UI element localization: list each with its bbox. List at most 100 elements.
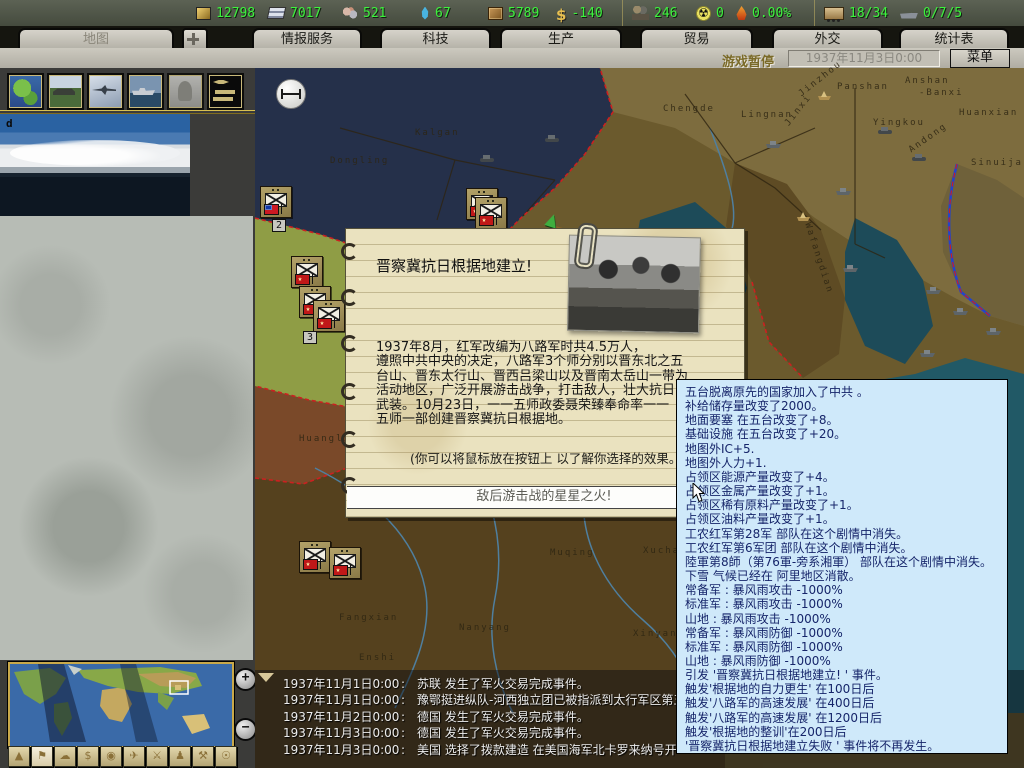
map-mode-terrain-button[interactable]: ▲ — [8, 746, 30, 767]
rare-materials-value: 521 — [363, 6, 386, 21]
province-photo-label: d — [6, 117, 13, 130]
tab-production[interactable]: 生产 — [500, 28, 622, 50]
escorts-icon — [900, 13, 918, 19]
red-star-flag-icon — [479, 215, 494, 226]
tooltip-line: 触发'八路军的高速发展' 在1200日后 — [685, 711, 1007, 725]
army-counter-nationalist[interactable] — [260, 186, 292, 218]
red-star-flag-icon — [295, 274, 310, 285]
resource-bar: 12798 7017 521 67 5789 $-140 246 ☢0 0.00… — [0, 0, 1024, 27]
spiral-binding-icon — [341, 431, 358, 448]
spiral-binding-icon — [341, 243, 358, 260]
log-timestamp: 1937年11月1日0:00 — [283, 676, 401, 692]
tooltip-line: 地图外人力+1. — [685, 456, 1007, 470]
minimap-zoom-in-button[interactable]: + — [234, 668, 257, 691]
reserves-button-disabled — [167, 73, 204, 110]
transports-value: 18/34 — [849, 6, 888, 21]
tank-sprite — [912, 153, 927, 161]
menu-button[interactable]: 菜单 — [950, 49, 1010, 68]
log-message: 豫鄂挺进纵队-河西独立团已被指派到太行军区第五 — [417, 693, 685, 707]
roc-flag-icon — [264, 204, 279, 215]
tooltip-line: 基础设施 在五台改变了+20。 — [685, 427, 1007, 441]
scale-tool-button[interactable] — [276, 79, 306, 109]
effects-tooltip: 五台脱离原先的国家加入了中共 。补给储存量改变了2000。地面要塞 在五台改变了… — [676, 379, 1008, 754]
map-mode-manpower-button[interactable]: ♟ — [169, 746, 191, 767]
map-mode-victory-button[interactable]: ☉ — [215, 746, 237, 767]
minimap-zoom-out-button[interactable]: − — [234, 718, 257, 741]
ship-sprite — [843, 264, 858, 272]
tab-technology[interactable]: 科技 — [380, 28, 491, 50]
map-mode-resources-button[interactable]: $ — [77, 746, 99, 767]
nuclear-value: 0 — [716, 6, 724, 21]
dissent-resource: 0.00% — [736, 4, 791, 22]
spiral-binding-icon — [341, 335, 358, 352]
main-tab-bar: 地图 情报服务 科技 生产 贸易 外交 统计表 — [0, 26, 1024, 48]
map-mode-aviation-button[interactable]: ✈ — [123, 746, 145, 767]
tooltip-line: 占领区能源产量改变了+4。 — [685, 470, 1007, 484]
tab-intelligence[interactable]: 情报服务 — [252, 28, 362, 50]
tank-sprite — [545, 134, 560, 142]
tooltip-line: 工农红军第6军团 部队在这个剧情中消失。 — [685, 541, 1007, 555]
tooltip-line: '晋察冀抗日根据地建立失败 ' 事件将不再发生。 — [685, 739, 1007, 753]
ship-sprite — [920, 349, 935, 357]
ship-sprite — [953, 307, 968, 315]
tank-sprite — [878, 126, 893, 134]
supplies-value: 5789 — [508, 6, 539, 21]
tooltip-line: 占领区稀有原料产量改变了+1。 — [685, 498, 1007, 512]
air-units-button[interactable] — [87, 73, 124, 110]
escorts-resource: 0/7/5 — [900, 4, 962, 22]
tooltip-line: 触发'根据地的整训'在200日后 — [685, 725, 1007, 739]
map-mode-weather-button[interactable]: ☁ — [54, 746, 76, 767]
army-counter-communist[interactable] — [299, 541, 331, 573]
energy-resource: 12798 — [196, 4, 255, 22]
money-value: -140 — [571, 6, 602, 21]
log-message: 德国 发生了军火交易完成事件。 — [417, 710, 589, 724]
log-timestamp: 1937年11月3日0:00 — [283, 725, 401, 741]
energy-icon — [196, 7, 211, 20]
red-star-flag-icon — [303, 559, 318, 570]
army-counter-communist[interactable] — [475, 197, 507, 229]
army-counter-communist[interactable] — [291, 256, 323, 288]
sidebar-panel-area — [0, 216, 253, 660]
log-timestamp: 1937年11月1日0:00 — [283, 692, 401, 708]
army-counter-communist[interactable] — [313, 300, 345, 332]
log-timestamp: 1937年11月3日0:00 — [283, 742, 401, 758]
tab-diplomacy[interactable]: 外交 — [772, 28, 883, 50]
log-message: 苏联 发生了军火交易完成事件。 — [417, 677, 589, 691]
minimap-world — [10, 664, 228, 742]
game-date: 1937年11月3日0:00 — [788, 50, 940, 67]
map-mode-combat-button[interactable]: ⚔ — [146, 746, 168, 767]
tab-trade[interactable]: 贸易 — [640, 28, 753, 50]
manpower-value: 246 — [654, 6, 677, 21]
energy-value: 12798 — [216, 6, 255, 21]
oil-icon — [420, 7, 430, 20]
convoy-sprite — [818, 92, 833, 100]
tooltip-line: 常备军 : 暴风雨攻击 -1000% — [685, 583, 1007, 597]
oil-value: 67 — [435, 6, 451, 21]
all-units-button[interactable] — [207, 73, 244, 110]
tab-map[interactable]: 地图 — [18, 28, 174, 50]
nuclear-icon: ☢ — [696, 6, 711, 21]
spiral-binding-icon — [341, 289, 358, 306]
supplies-resource: 5789 — [488, 4, 539, 22]
ship-sprite — [986, 327, 1001, 335]
army-counter-communist[interactable] — [329, 547, 361, 579]
manpower-resource: 246 — [632, 4, 677, 22]
map-mode-political-button[interactable]: ⚑ — [31, 746, 53, 767]
log-timestamp: 1937年11月2日0:00 — [283, 709, 401, 725]
land-units-button[interactable] — [47, 73, 84, 110]
map-mode-economy-button[interactable]: ◉ — [100, 746, 122, 767]
tab-statistics[interactable]: 统计表 — [899, 28, 1009, 50]
nuclear-resource: ☢0 — [696, 4, 724, 22]
resource-separator — [622, 0, 623, 26]
tooltip-line: 常备军 : 暴风雨防御 -1000% — [685, 626, 1007, 640]
naval-units-button[interactable] — [127, 73, 164, 110]
log-collapse-arrow[interactable] — [258, 673, 274, 682]
event-title: 晋察冀抗日根据地建立! — [376, 255, 532, 276]
map-mode-supply-button[interactable]: ⚒ — [192, 746, 214, 767]
world-minimap[interactable] — [8, 662, 234, 748]
tooltip-line: 下雪 气候已经在 阿里地区消散。 — [685, 569, 1007, 583]
tooltip-line: 触发'八路军的高速发展' 在400日后 — [685, 696, 1007, 710]
tooltip-line: 引发 '晋察冀抗日根据地建立! ' 事件。 — [685, 668, 1007, 682]
tooltip-line: 触发'根据地的自力更生' 在100日后 — [685, 682, 1007, 696]
europe-map-button[interactable] — [7, 73, 44, 110]
